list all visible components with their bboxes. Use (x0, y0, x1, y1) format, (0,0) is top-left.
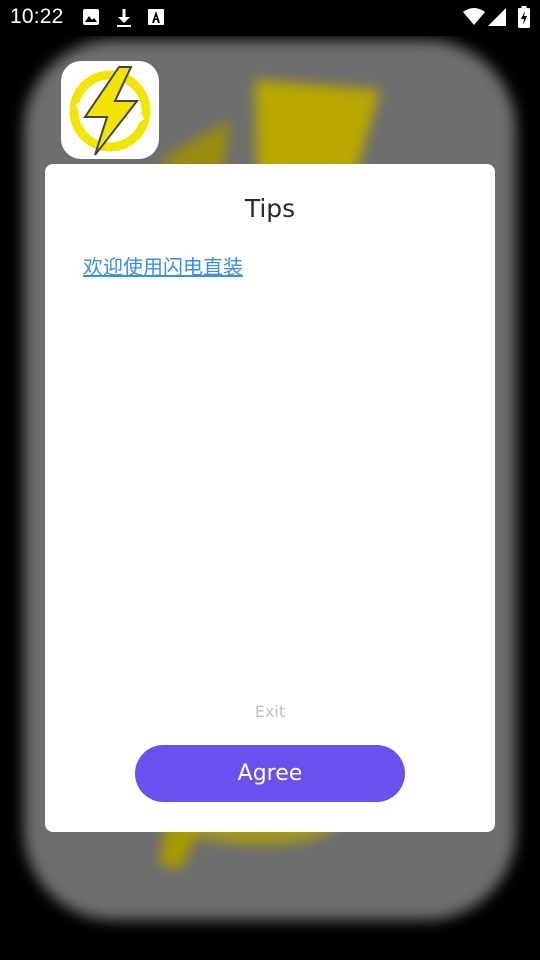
wifi-icon (463, 8, 485, 26)
agree-button[interactable]: Agree (135, 745, 405, 802)
signal-icon (488, 8, 506, 26)
status-time: 10:22 (10, 5, 64, 28)
lightning-bolt-icon (69, 66, 151, 156)
screen: 10:22 Tips 欢迎使用闪电直装 Exit Agree (0, 0, 540, 960)
app-icon (61, 61, 159, 159)
welcome-link[interactable]: 欢迎使用闪电直装 (83, 251, 243, 280)
image-icon (82, 8, 100, 26)
exit-button[interactable]: Exit (45, 702, 495, 721)
tips-dialog: Tips 欢迎使用闪电直装 Exit Agree (45, 164, 495, 832)
status-bar: 10:22 (0, 0, 540, 36)
download-icon (115, 8, 133, 28)
battery-charging-icon (518, 6, 530, 28)
dialog-title: Tips (244, 194, 296, 223)
font-a-icon (148, 8, 164, 26)
